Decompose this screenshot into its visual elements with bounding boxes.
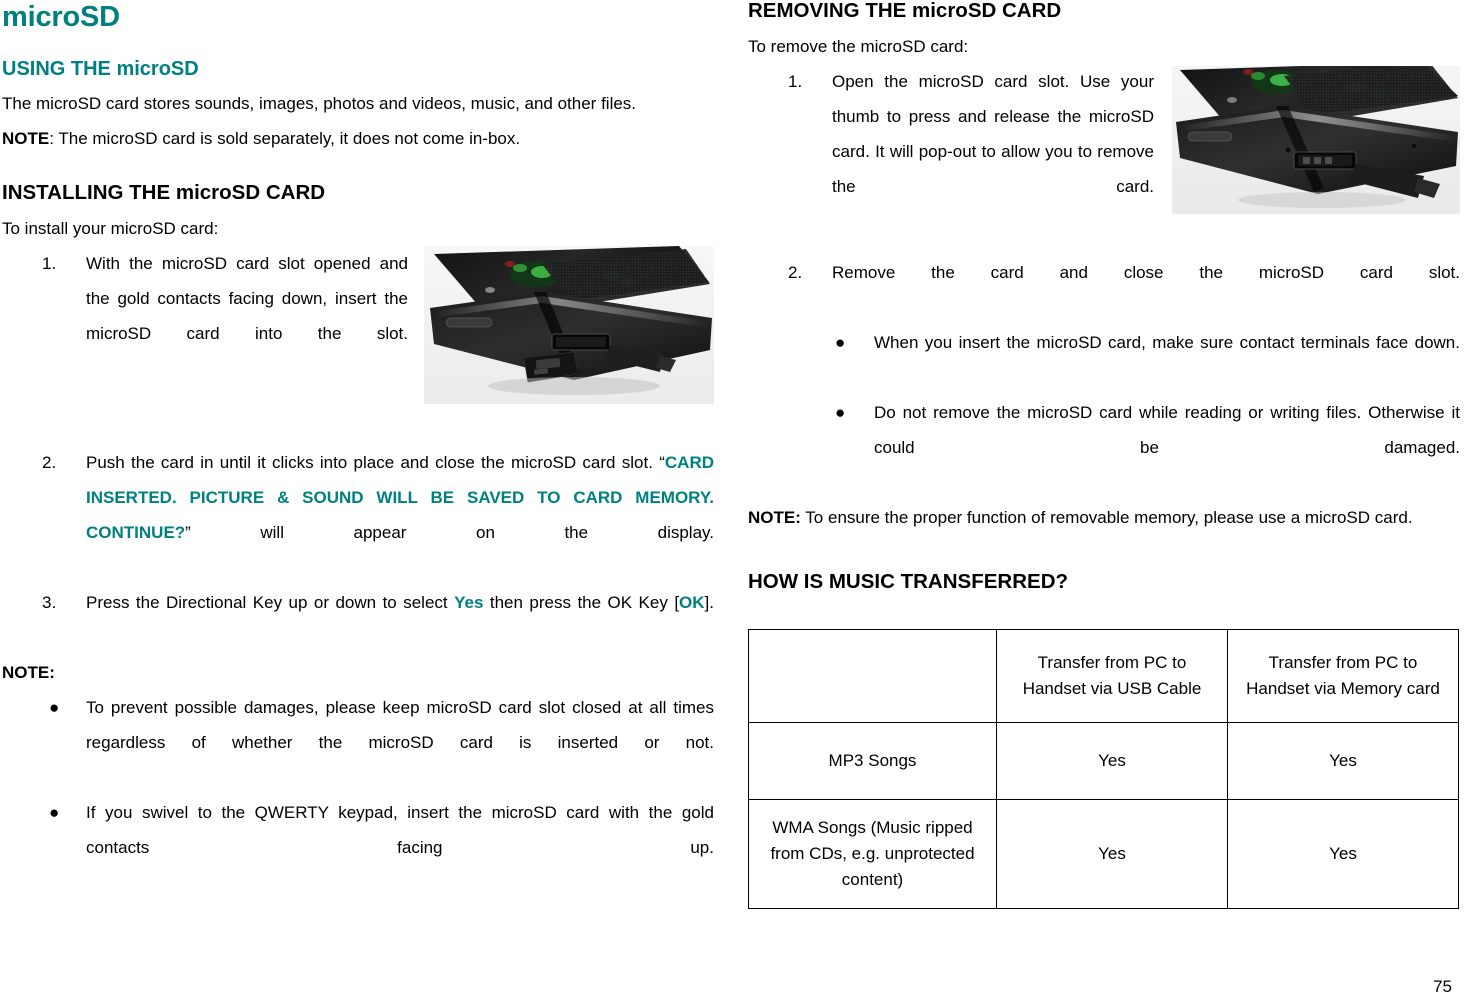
list-marker: 2. <box>42 452 57 472</box>
list-item: 3. Press the Directional Key up or down … <box>2 585 714 655</box>
note-label: NOTE <box>2 129 50 149</box>
bullet-icon: ● <box>49 802 60 822</box>
table-row: WMA Songs (Music ripped from CDs, e.g. u… <box>748 799 1459 910</box>
note-install-label: NOTE: <box>2 662 55 682</box>
note-label: NOTE: <box>748 507 801 527</box>
remove-bullets: ● When you insert the microSD card, make… <box>748 325 1460 500</box>
list-item-text: Push the card in until it clicks into pl… <box>86 445 714 585</box>
note-text: To ensure the proper function of removab… <box>800 507 1413 527</box>
note-removing-microsd: NOTE: To ensure the proper function of r… <box>748 500 1460 535</box>
table-row: MP3 Songs Yes Yes <box>748 722 1459 801</box>
bullet-icon: ● <box>49 697 60 717</box>
list-item: ● If you swivel to the QWERTY keypad, in… <box>2 795 714 900</box>
step2-pre-text: Push the card in until it clicks into pl… <box>86 452 665 472</box>
table-header-row: Transfer from PC to Handset via USB Cabl… <box>748 629 1459 724</box>
install-note-bullets: ● To prevent possible damages, please ke… <box>2 690 714 900</box>
music-transfer-table: Transfer from PC to Handset via USB Cabl… <box>748 629 1459 910</box>
page-title: microSD <box>2 1 120 33</box>
step3-highlight-yes: Yes <box>454 592 484 612</box>
list-item-text: Remove the card and close the microSD ca… <box>832 262 1460 282</box>
table-header-cell-blank <box>748 629 997 724</box>
table-cell-label: WMA Songs (Music ripped from CDs, e.g. u… <box>748 799 997 910</box>
list-item: 1. Open the microSD card slot. Use your … <box>748 64 1460 255</box>
table-cell-usb: Yes <box>996 799 1228 910</box>
note-using-microsd: NOTE: The microSD card is sold separatel… <box>2 121 714 156</box>
list-marker: 3. <box>42 592 57 612</box>
paragraph-remove-intro: To remove the microSD card: <box>748 36 969 56</box>
paragraph-using-intro: The microSD card stores sounds, images, … <box>2 94 637 114</box>
heading-installing-the-microsd-card: INSTALLING THE microSD CARD <box>2 181 326 205</box>
table-header-cell-usb: Transfer from PC to Handset via USB Cabl… <box>996 629 1228 724</box>
list-item-text: If you swivel to the QWERTY keypad, inse… <box>86 802 714 857</box>
table-cell-usb: Yes <box>996 722 1228 801</box>
list-item: ● When you insert the microSD card, make… <box>748 325 1460 395</box>
list-item-text: To prevent possible damages, please keep… <box>86 697 714 752</box>
paragraph-install-intro: To install your microSD card: <box>2 218 219 238</box>
heading-using-the-microsd: USING THE microSD <box>2 58 199 81</box>
step3-post-text: ]. <box>704 592 714 612</box>
left-column: microSD USING THE microSD The microSD ca… <box>2 0 714 900</box>
bullet-icon: ● <box>835 332 846 352</box>
list-item-text: Open the microSD card slot. Use your thu… <box>832 71 1154 196</box>
list-marker: 2. <box>788 262 803 282</box>
list-item-text: With the microSD card slot opened and th… <box>86 253 408 343</box>
table-cell-memory: Yes <box>1227 722 1459 801</box>
right-column: REMOVING THE microSD CARD To remove the … <box>748 0 1460 910</box>
page-number: 75 <box>1433 977 1452 996</box>
list-marker: 1. <box>788 71 803 91</box>
bullet-icon: ● <box>835 402 846 422</box>
list-item-text: Press the Directional Key up or down to … <box>86 585 714 655</box>
table-header-cell-memory: Transfer from PC to Handset via Memory c… <box>1227 629 1459 724</box>
list-item-text: When you insert the microSD card, make s… <box>874 332 1460 352</box>
list-marker: 1. <box>42 253 57 273</box>
list-item: 2. Push the card in until it clicks into… <box>2 445 714 585</box>
document-page: microSD USING THE microSD The microSD ca… <box>0 0 1465 1005</box>
install-steps-list: 1. With the microSD card slot opened and… <box>2 246 714 655</box>
list-item: 1. With the microSD card slot opened and… <box>2 246 714 445</box>
table-cell-memory: Yes <box>1227 799 1459 910</box>
table-cell-label: MP3 Songs <box>748 722 997 801</box>
heading-how-is-music-transferred: HOW IS MUSIC TRANSFERRED? <box>748 569 1069 593</box>
step3-pre-text: Press the Directional Key up or down to … <box>86 592 455 612</box>
step3-mid-text: then press the OK Key [ <box>483 592 680 612</box>
list-item-text: Do not remove the microSD card while rea… <box>874 402 1460 457</box>
note-text: : The microSD card is sold separately, i… <box>49 129 521 149</box>
list-item: 2. Remove the card and close the microSD… <box>748 255 1460 325</box>
heading-removing-the-microsd-card: REMOVING THE microSD CARD <box>748 0 1062 22</box>
step2-post-text: ” will appear on the display. <box>185 522 714 542</box>
list-item: ● To prevent possible damages, please ke… <box>2 690 714 795</box>
step3-highlight-ok: OK <box>679 592 705 612</box>
list-item: ● Do not remove the microSD card while r… <box>748 395 1460 500</box>
remove-steps-list: 1. Open the microSD card slot. Use your … <box>748 64 1460 325</box>
